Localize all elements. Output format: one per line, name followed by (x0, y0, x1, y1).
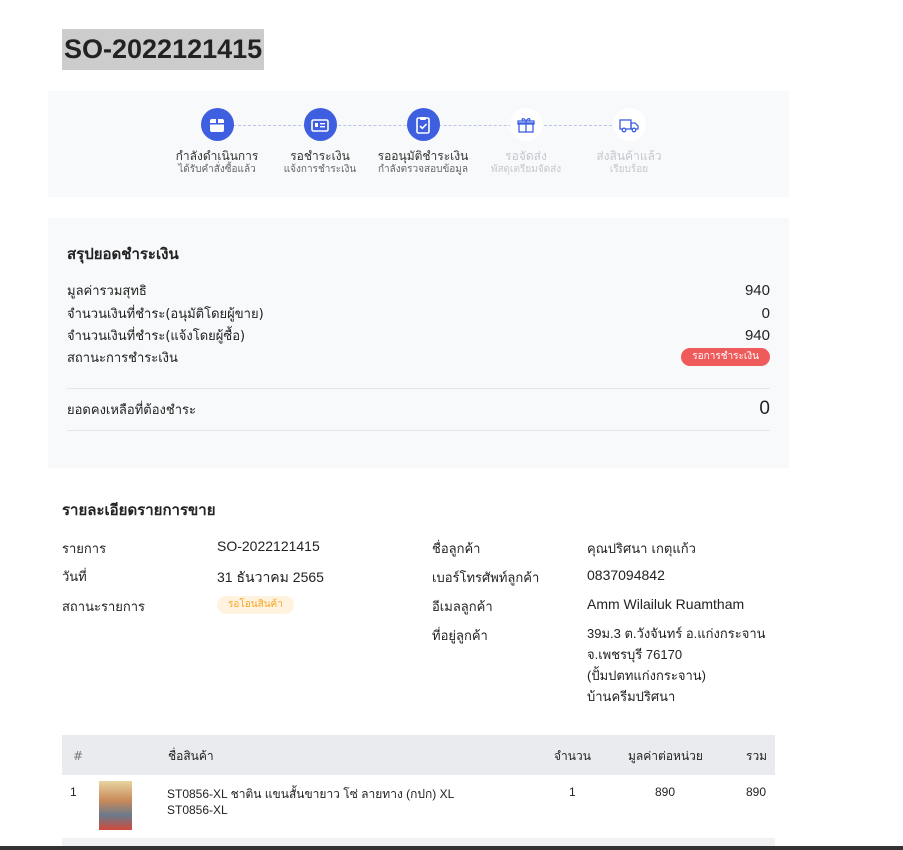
column-header-total: รวม (746, 749, 768, 763)
step-subtitle: กำลังตรวจสอบข้อมูล (377, 164, 469, 175)
order-value: SO-2022121415 (217, 538, 320, 554)
summary-row-paid-notified: จำนวนเงินที่ชำระ(แจ้งโดยผู้ซื้อ) 940 (67, 325, 770, 345)
customer-email-value: Amm Wilailuk Ruamtham (587, 596, 745, 612)
customer-name-label: ชื่อลูกค้า (432, 542, 481, 557)
date-label: วันที่ (62, 570, 87, 585)
summary-row-net-total: มูลค่ารวมสุทธิ 940 (67, 280, 770, 300)
product-name: ST0856-XL ชาติน แขนสั้นขายาว โซ่ ลายทาง … (167, 787, 455, 801)
customer-address-label: ที่อยู่ลูกค้า (432, 629, 488, 644)
column-header-quantity: จำนวน (554, 749, 591, 763)
row-unit-price: 890 (655, 785, 676, 799)
step-processing: กำลังดำเนินการ ได้รับคำสั่งซื้อแล้ว (162, 108, 272, 177)
summary-row-payment-status: สถานะการชำระเงิน รอการชำระเงิน (67, 347, 770, 367)
customer-address-value: 39ม.3 ต.วังจันทร์ อ.แก่งกระจาน จ.เพชรบุร… (587, 623, 766, 707)
summary-label: สถานะการชำระเงิน (67, 350, 178, 366)
step-awaiting-approval: รออนุมัติชำระเงิน กำลังตรวจสอบข้อมูล (368, 108, 478, 177)
divider (67, 388, 770, 389)
step-awaiting-payment: รอชำระเงิน แจ้งการชำระเงิน (265, 108, 375, 177)
column-header-product-name: ชื่อสินค้า (168, 749, 214, 763)
balance-value: 0 (759, 398, 770, 419)
product-sku: ST0856-XL (167, 803, 228, 817)
clipboard-check-icon (406, 108, 440, 141)
row-number: 1 (70, 785, 77, 799)
payment-summary-card: สรุปยอดชำระเงิน มูลค่ารวมสุทธิ 940 จำนวน… (48, 218, 789, 468)
step-subtitle: เรียบร้อย (609, 164, 649, 175)
payment-card-icon (303, 108, 337, 141)
summary-value: 0 (761, 304, 770, 322)
address-line: 39ม.3 ต.วังจันทร์ อ.แก่งกระจาน (587, 626, 766, 641)
divider (67, 430, 770, 431)
box-icon (200, 108, 234, 141)
summary-value: 940 (744, 326, 770, 344)
summary-value: 940 (744, 281, 770, 299)
step-delivered: ส่งสินค้าแล้ว เรียบร้อย (574, 108, 684, 177)
address-line: (ปั้มปตทแก่งกระจาน) (587, 668, 706, 683)
column-header-unit-price: มูลค่าต่อหน่วย (628, 749, 703, 763)
customer-phone-label: เบอร์โทรศัพท์ลูกค้า (432, 571, 540, 586)
gift-box-icon (509, 108, 543, 141)
step-title: รออนุมัติชำระเงิน (377, 149, 469, 163)
summary-label: จำนวนเงินที่ชำระ(แจ้งโดยผู้ซื้อ) (67, 328, 246, 344)
step-subtitle: ได้รับคำสั่งซื้อแล้ว (178, 164, 256, 175)
step-title: รอจัดส่ง (505, 149, 547, 163)
order-progress-stepper: กำลังดำเนินการ ได้รับคำสั่งซื้อแล้ว รอชำ… (48, 91, 789, 197)
order-label: รายการ (62, 542, 107, 557)
order-status-badge: รอโอนสินค้า (217, 596, 294, 614)
step-subtitle: แจ้งการชำระเงิน (283, 164, 357, 175)
customer-name-value: คุณปริศนา เกตุแก้ว (587, 542, 696, 557)
bottom-bar (0, 846, 903, 850)
summary-label: มูลค่ารวมสุทธิ (67, 283, 147, 299)
step-subtitle: พัสดุเตรียมจัดส่ง (490, 164, 562, 175)
customer-phone-value: 0837094842 (587, 567, 665, 583)
truck-icon (612, 108, 646, 141)
table-header: # ชื่อสินค้า จำนวน มูลค่าต่อหน่วย รวม (62, 735, 775, 775)
step-title: รอชำระเงิน (290, 149, 350, 163)
address-line: จ.เพชรบุรี 76170 (587, 647, 683, 662)
summary-title: สรุปยอดชำระเงิน (67, 245, 179, 263)
summary-row-balance: ยอดคงเหลือที่ต้องชำระ 0 (67, 398, 770, 420)
summary-row-paid-approved: จำนวนเงินที่ชำระ(อนุมัติโดยผู้ขาย) 0 (67, 303, 770, 323)
page-title: SO-2022121415 (62, 29, 265, 70)
balance-label: ยอดคงเหลือที่ต้องชำระ (67, 402, 196, 418)
summary-label: จำนวนเงินที่ชำระ(อนุมัติโดยผู้ขาย) (67, 306, 264, 322)
order-status-label: สถานะรายการ (62, 600, 146, 615)
row-quantity: 1 (569, 785, 576, 799)
product-thumbnail (99, 781, 132, 830)
customer-email-label: อีเมลลูกค้า (432, 600, 493, 615)
step-title: กำลังดำเนินการ (175, 149, 259, 163)
step-title: ส่งสินค้าแล้ว (596, 149, 662, 163)
sale-details-title: รายละเอียดรายการขาย (62, 501, 216, 519)
row-total: 890 (746, 785, 767, 799)
payment-status-badge: รอการชำระเงิน (681, 348, 770, 366)
date-value: 31 ธันวาคม 2565 (217, 569, 324, 585)
column-header-number: # (73, 749, 84, 763)
address-line: บ้านครีมปริศนา (587, 689, 676, 704)
step-awaiting-shipment: รอจัดส่ง พัสดุเตรียมจัดส่ง (471, 108, 581, 177)
